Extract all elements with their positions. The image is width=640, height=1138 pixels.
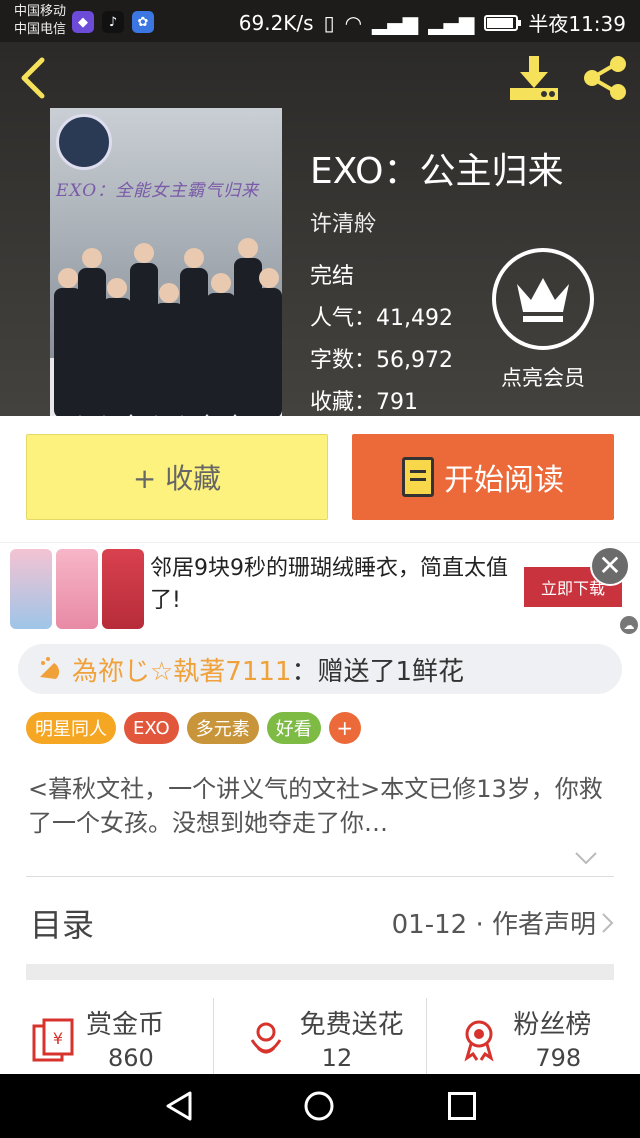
status-right: 69.2K/s ▯ ◠ ▂▄▆ ▂▄▆ 半夜11:39 xyxy=(239,8,626,37)
section-separator xyxy=(26,964,614,980)
game-app-icon: ◆ xyxy=(72,11,94,33)
ad-pajama-1 xyxy=(10,549,52,629)
book-author[interactable]: 许清舲 xyxy=(310,206,376,238)
popularity-value: 41,492 xyxy=(376,306,453,331)
carrier-1: 中国移动 xyxy=(14,4,67,19)
exo-logo xyxy=(56,114,112,170)
book-word-count: 字数：56,972 xyxy=(310,342,453,374)
table-of-contents-row[interactable]: 目录 01-12 · 作者声明 xyxy=(0,886,640,962)
ad-info-icon[interactable]: ☁ xyxy=(620,616,638,634)
add-tag-button[interactable]: + xyxy=(328,712,361,744)
reward-coins-button[interactable]: ¥ 赏金币 860 xyxy=(0,998,213,1074)
words-label: 字数： xyxy=(310,348,377,373)
ad-image xyxy=(10,549,144,629)
signal-icon-2: ▂▄▆ xyxy=(428,10,475,35)
nav-home-icon[interactable] xyxy=(303,1090,335,1122)
battery-icon xyxy=(484,14,522,31)
stat-label: 免费送花 xyxy=(299,1010,404,1040)
notification-icons: ◆ ♪ ✿ xyxy=(72,11,154,33)
start-reading-button[interactable]: 开始阅读 xyxy=(352,434,614,520)
stat-value: 860 xyxy=(108,1044,154,1072)
cover-title: EXO：全能女主霸气归来 xyxy=(56,181,260,201)
flower-icon xyxy=(250,1022,281,1054)
stat-label: 赏金币 xyxy=(86,1010,165,1040)
stat-label: 粉丝榜 xyxy=(513,1010,592,1040)
words-value: 56,972 xyxy=(376,348,453,373)
status-bar: 中国移动 中国电信 ◆ ♪ ✿ 69.2K/s ▯ ◠ ▂▄▆ ▂▄▆ 半夜11… xyxy=(0,0,640,42)
chevron-down-icon[interactable] xyxy=(574,850,598,866)
book-title: EXO：公主归来 xyxy=(310,151,564,192)
tag-item[interactable]: 好看 xyxy=(266,712,321,744)
divider xyxy=(26,876,614,877)
stat-value: 12 xyxy=(321,1044,353,1072)
book-content: + 收藏 开始阅读 邻居9块9秒的珊瑚绒睡衣，简直太值了! 立即下载 ✕ ☁ 為… xyxy=(0,416,640,1074)
nav-recent-apps-icon[interactable] xyxy=(448,1092,476,1120)
toc-latest-chapter: 01-12 · 作者声明 xyxy=(391,910,596,940)
ad-pajama-3 xyxy=(102,549,144,629)
crown-icon xyxy=(517,278,569,322)
stat-value: 798 xyxy=(535,1044,582,1072)
medal-icon xyxy=(464,1020,494,1062)
toc-label: 目录 xyxy=(30,906,95,944)
wifi-icon: ◠ xyxy=(344,10,363,35)
book-popularity: 人气：41,492 xyxy=(310,300,453,332)
start-reading-label: 开始阅读 xyxy=(444,463,564,498)
ad-close-icon[interactable]: ✕ xyxy=(590,546,630,586)
svg-text:¥: ¥ xyxy=(53,1029,63,1048)
gift-user[interactable]: 為祢じ☆執著7111 xyxy=(72,651,291,688)
carrier-2: 中国电信 xyxy=(14,22,67,37)
free-flower-button[interactable]: 免费送花 12 xyxy=(212,998,427,1074)
nav-back-icon[interactable] xyxy=(164,1090,194,1122)
vip-button[interactable]: 点亮会员 xyxy=(488,248,598,400)
cover-photo xyxy=(50,238,282,418)
download-icon[interactable] xyxy=(508,54,560,102)
baidu-icon: ✿ xyxy=(132,11,154,33)
popularity-label: 人气： xyxy=(310,306,377,331)
network-speed: 69.2K/s xyxy=(238,10,314,35)
vibrate-icon: ▯ xyxy=(323,10,335,35)
carrier-info: 中国移动 中国电信 xyxy=(14,3,66,39)
share-icon[interactable] xyxy=(580,54,630,102)
gift-notice: 為祢じ☆執著7111 ：赠送了1鲜花 xyxy=(18,644,622,694)
ad-banner[interactable]: 邻居9块9秒的珊瑚绒睡衣，简直太值了! 立即下载 xyxy=(0,542,640,634)
tiktok-icon: ♪ xyxy=(102,11,124,33)
book-favorites: 收藏：791 xyxy=(310,384,418,416)
favorites-label: 收藏： xyxy=(310,390,377,415)
chevron-right-icon xyxy=(602,913,614,933)
reward-icon: ¥ xyxy=(32,1018,74,1062)
book-cover[interactable]: EXO：全能女主霸气归来 xyxy=(50,108,282,418)
signal-icon-1: ▂▄▆ xyxy=(372,10,419,35)
tag-item[interactable]: 多元素 xyxy=(186,712,259,744)
book-detail-page: 中国移动 中国电信 ◆ ♪ ✿ 69.2K/s ▯ ◠ ▂▄▆ ▂▄▆ 半夜11… xyxy=(0,0,640,1138)
favorites-value: 791 xyxy=(376,390,419,415)
book-description[interactable]: <暮秋文社，一个讲义气的文社>本文已修13岁，你救了一个女孩。没想到她夺走了你… xyxy=(28,772,618,840)
ad-pajama-2 xyxy=(56,549,98,629)
ad-text: 邻居9块9秒的珊瑚绒睡衣，简直太值了! xyxy=(150,556,508,613)
fan-ranking-button[interactable]: 粉丝榜 798 xyxy=(426,998,640,1074)
megaphone-icon xyxy=(40,657,60,679)
gift-message: ：赠送了1鲜花 xyxy=(291,656,465,687)
tag-list: 明星同人 EXO 多元素 好看 + xyxy=(26,712,361,744)
book-header: EXO：全能女主霸气归来 EXO：公主归来 许清舲 完结 人气：41,492 字… xyxy=(0,42,640,418)
vip-label: 点亮会员 xyxy=(501,366,585,390)
battery-fill xyxy=(487,17,513,28)
stats-row: ¥ 赏金币 860 免费送花 12 粉丝榜 798 xyxy=(0,998,640,1074)
vip-ring xyxy=(492,248,594,350)
system-nav-bar xyxy=(0,1074,640,1138)
book-status: 完结 xyxy=(310,264,355,289)
back-icon[interactable] xyxy=(14,56,54,100)
tag-item[interactable]: 明星同人 xyxy=(26,712,116,744)
add-favorite-button[interactable]: + 收藏 xyxy=(26,434,328,520)
book-icon xyxy=(402,457,434,497)
tag-item[interactable]: EXO xyxy=(124,712,179,744)
clock: 半夜11:39 xyxy=(528,12,626,36)
